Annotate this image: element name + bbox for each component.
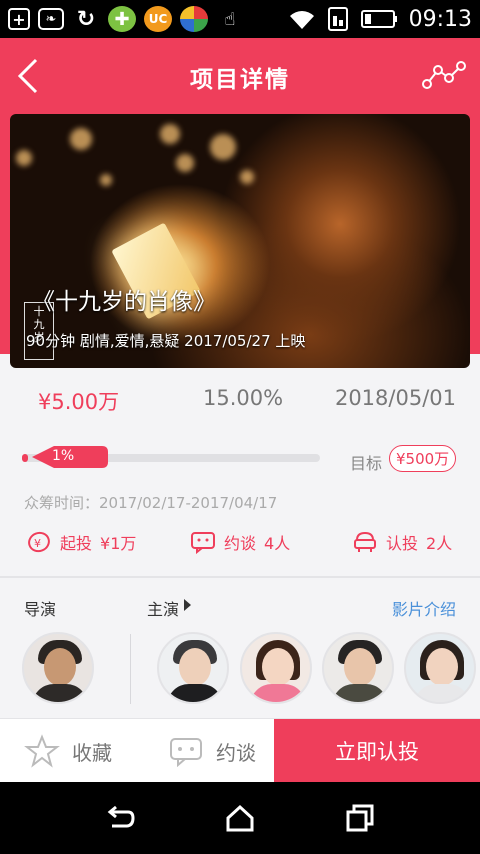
avatar[interactable] [22, 632, 94, 704]
action-label: 起投 [60, 534, 93, 553]
avatar[interactable] [404, 632, 476, 704]
avatar-body [332, 684, 388, 702]
funding-period: 众筹时间：2017/02/17-2017/04/17 [24, 494, 278, 512]
favorite-button[interactable]: 收藏 [0, 719, 136, 783]
chat-icon [191, 532, 215, 554]
action-label: 约谈 [224, 534, 257, 553]
star-icon [24, 734, 60, 768]
home-icon[interactable] [224, 802, 256, 834]
action-row: ¥ 起投 ¥1万 约谈 4人 认投 2人 [0, 530, 480, 562]
avatar-body [32, 684, 88, 702]
action-value: 2人 [426, 534, 453, 553]
avatar-face [44, 648, 76, 686]
action-value: ¥1万 [100, 534, 137, 553]
recent-apps-icon[interactable] [344, 802, 376, 834]
leaf-icon: ❧ [38, 8, 64, 30]
plus-icon: + [8, 8, 30, 30]
talk-label: 约谈 [216, 740, 256, 765]
action-value: 4人 [264, 534, 291, 553]
share-graph-icon[interactable] [422, 60, 466, 90]
bokeh-light [160, 124, 180, 144]
film-intro-link[interactable]: 影片介绍 [392, 596, 456, 620]
min-invest-item[interactable]: ¥ 起投 ¥1万 [26, 530, 136, 554]
director-label: 导演 [24, 600, 57, 619]
color-wheel-icon [180, 6, 208, 32]
return-rate: 15.00% [203, 386, 284, 410]
invest-icon [354, 531, 376, 552]
sync-icon: ↻ [76, 6, 96, 32]
film-poster[interactable]: 十九岁 《十九岁的肖像》 90分钟 剧情,爱情,悬疑 2017/05/27 上映 [10, 114, 470, 368]
film-title: 《十九岁的肖像》 [32, 289, 216, 315]
hand-icon: ☝ [224, 8, 236, 30]
avatar-face [344, 648, 376, 686]
bottom-action-bar: 收藏 约谈 立即认投 [0, 718, 480, 783]
film-meta: 90分钟 剧情,爱情,悬疑 2017/05/27 上映 [26, 332, 306, 350]
sim-icon [327, 7, 348, 31]
avatar[interactable] [157, 632, 229, 704]
system-indicators: 09:13 [287, 6, 472, 32]
target-badge: ¥500万 [389, 445, 457, 472]
battery-icon [360, 10, 397, 28]
favorite-label: 收藏 [72, 740, 112, 765]
cast-header: 导演 主演 影片介绍 [0, 596, 480, 620]
wifi-icon [289, 11, 314, 30]
avatar-face [262, 648, 294, 686]
app-header: 项目详情 [0, 38, 480, 114]
svg-text:¥: ¥ [34, 537, 41, 550]
avatar-face [179, 648, 211, 686]
bokeh-light [16, 150, 32, 166]
cast-separator [130, 634, 131, 704]
caret-right-icon[interactable] [184, 599, 191, 611]
status-bar: + ❧ ↻ ✚ UC ☝ 09:13 [0, 0, 480, 38]
progress-fill [22, 454, 28, 462]
avatar[interactable] [322, 632, 394, 704]
notification-icons: + ❧ ↻ ✚ UC ☝ [8, 6, 244, 32]
talk-button[interactable]: 约谈 [150, 719, 274, 783]
section-divider [0, 576, 480, 578]
investor-count-item[interactable]: 认投 2人 [352, 530, 452, 554]
uc-browser-icon: UC [144, 6, 172, 32]
action-label: 认投 [386, 534, 419, 553]
clock: 09:13 [408, 6, 472, 32]
funding-progress: 1% [22, 440, 320, 478]
raised-amount: ¥5.00万 [38, 390, 120, 414]
funding-stats: ¥5.00万 15.00% 2018/05/01 [0, 386, 480, 422]
plus-badge-icon: ✚ [108, 6, 136, 32]
avatar-body [250, 684, 306, 702]
target-label: 目标 [350, 454, 383, 473]
invest-now-button[interactable]: 立即认投 [274, 719, 480, 783]
avatar-body [167, 684, 223, 702]
back-icon[interactable] [104, 802, 136, 834]
actors-label[interactable]: 主演 [147, 596, 179, 620]
talk-count-item[interactable]: 约谈 4人 [190, 530, 290, 554]
coin-icon: ¥ [28, 531, 50, 553]
bokeh-light [240, 170, 254, 184]
bokeh-light [100, 174, 112, 186]
avatar-body [414, 684, 470, 702]
bokeh-light [176, 154, 194, 172]
end-date: 2018/05/01 [334, 386, 456, 410]
bokeh-light [70, 128, 92, 150]
page-title: 项目详情 [190, 67, 290, 93]
system-nav-bar [0, 782, 480, 854]
chat-icon [170, 738, 202, 767]
progress-label: 1% [52, 448, 75, 464]
avatar[interactable] [240, 632, 312, 704]
bokeh-light [210, 134, 236, 160]
avatar-face [426, 648, 458, 686]
